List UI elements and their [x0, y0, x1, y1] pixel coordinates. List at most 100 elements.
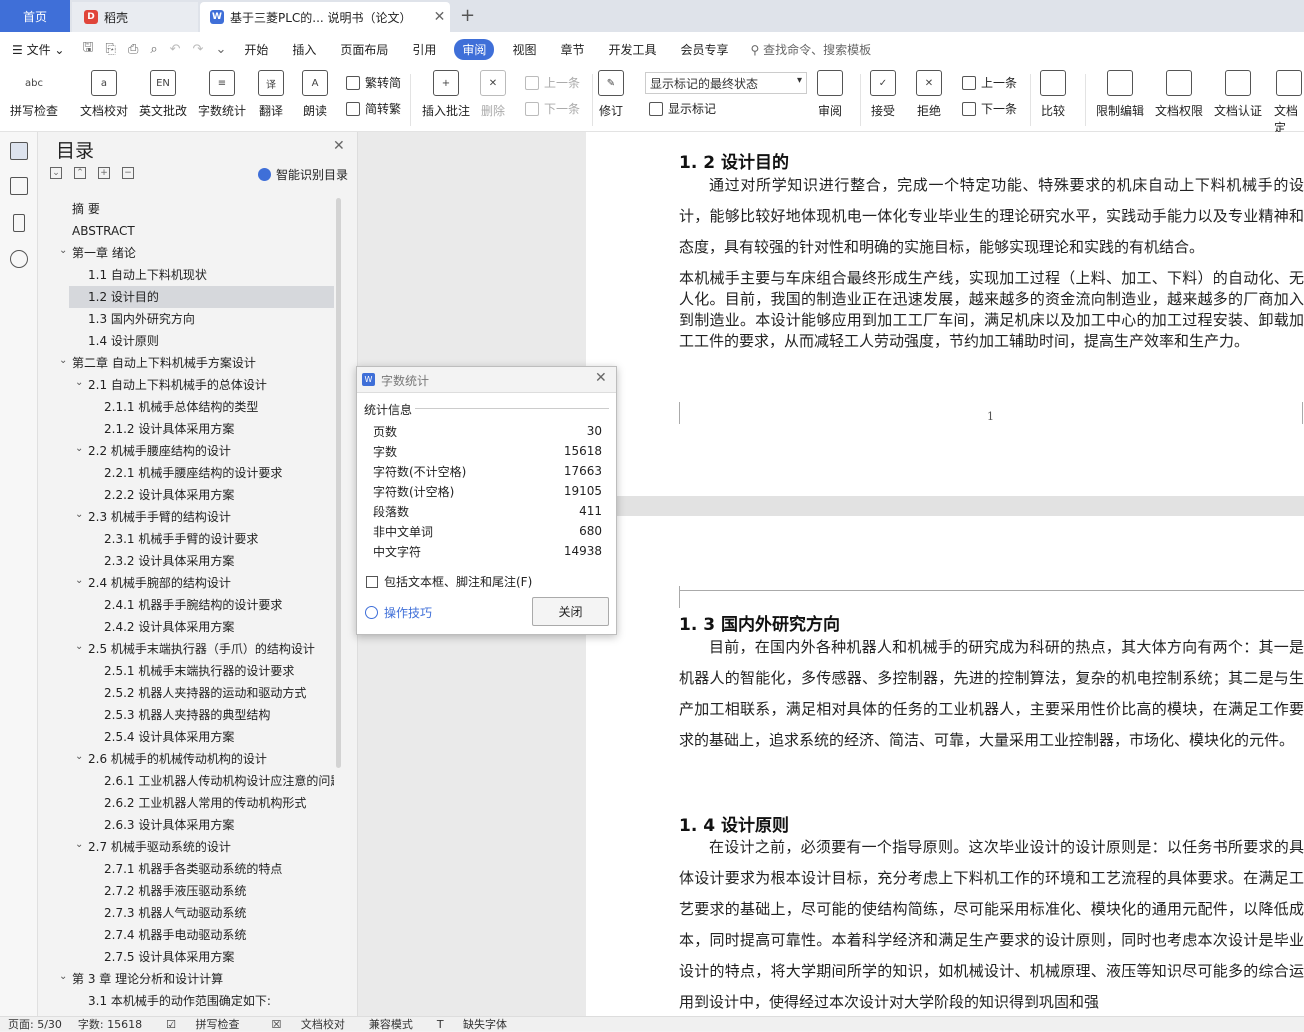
toc-item[interactable]: 2.5.2 机器人夹持器的运动和驱动方式 [38, 682, 334, 704]
review-pane-button[interactable]: 审阅 [817, 70, 843, 119]
menu-chapter[interactable]: 章节 [548, 41, 596, 58]
export-icon[interactable]: ⎘ [106, 42, 116, 57]
tab-home[interactable]: 首页 [0, 0, 70, 32]
menu-layout[interactable]: 页面布局 [328, 41, 400, 58]
save-icon[interactable]: 🖫 [82, 38, 93, 60]
bookmark-icon[interactable] [13, 214, 25, 232]
undo-icon[interactable]: ↶ [170, 42, 181, 57]
toc-item[interactable]: ⌄ 第 3 章 理论分析和设计计算 [38, 968, 334, 990]
search-icon[interactable] [10, 250, 28, 268]
toc-item[interactable]: ⌄ 第二章 自动上下料机械手方案设计 [38, 352, 334, 374]
toc-item[interactable]: 1.4 设计原则 [38, 330, 334, 352]
toc-item[interactable]: 3.1 本机械手的动作范围确定如下: [38, 990, 334, 1012]
minus-icon[interactable]: − [122, 167, 134, 179]
close-icon[interactable]: ✕ [333, 138, 345, 154]
read-aloud-button[interactable]: A 朗读 [302, 70, 328, 119]
toc-item[interactable]: 2.3.2 设计具体采用方案 [38, 550, 334, 572]
next-change-button[interactable]: 下一条 [962, 100, 1017, 117]
toc-item[interactable]: 2.2.1 机械手腰座结构的设计要求 [38, 462, 334, 484]
toc-item[interactable]: 2.7.4 机器手电动驱动系统 [38, 924, 334, 946]
toc-item[interactable]: 2.7.2 机器手液压驱动系统 [38, 880, 334, 902]
prev-comment-button[interactable]: 上一条 [525, 74, 580, 91]
menu-reference[interactable]: 引用 [400, 41, 448, 58]
toc-item[interactable]: ⌄ 2.7 机械手驱动系统的设计 [38, 836, 334, 858]
toc-item[interactable]: 摘 要 [38, 198, 334, 220]
toc-item[interactable]: 2.5.4 设计具体采用方案 [38, 726, 334, 748]
markup-mode-select[interactable]: 显示标记的最终状态 ▾ [645, 72, 807, 94]
redo-icon[interactable]: ↷ [193, 42, 204, 57]
translate-button[interactable]: 译翻译 [258, 70, 284, 119]
toc-item[interactable]: 2.2.2 设计具体采用方案 [38, 484, 334, 506]
menu-view[interactable]: 视图 [500, 41, 548, 58]
new-tab-icon[interactable]: + [460, 5, 475, 26]
chevron-down-icon[interactable]: ⌄ [75, 506, 83, 526]
toc-item[interactable]: 1.1 自动上下料机现状 [38, 264, 334, 286]
prev-change-button[interactable]: 上一条 [962, 74, 1017, 91]
file-menu[interactable]: ☰ 文件 ⌄ [0, 41, 76, 58]
toc-item[interactable]: ⌄ 第一章 绪论 [38, 242, 334, 264]
dialog-titlebar[interactable]: W 字数统计 ✕ [357, 367, 616, 393]
doc-more-button[interactable]: 文档定 [1274, 70, 1304, 136]
toc-item[interactable]: ABSTRACT [38, 220, 334, 242]
toc-item[interactable]: ⌄ 2.1 自动上下料机械手的总体设计 [38, 374, 334, 396]
command-search[interactable]: ⚲ 查找命令、搜索模板 [751, 41, 872, 58]
print-icon[interactable]: ⎙ [128, 42, 138, 57]
track-changes-button[interactable]: ✎ 修订 [598, 70, 624, 119]
close-button[interactable]: 关闭 [532, 597, 609, 626]
toc-item[interactable]: 2.5.3 机器人夹持器的典型结构 [38, 704, 334, 726]
quick-access-chevron-icon[interactable]: ⌄ [215, 42, 226, 57]
chapter-nav-icon[interactable] [10, 177, 28, 195]
word-count-button[interactable]: ≡ 字数统计 [198, 70, 246, 119]
toc-item[interactable]: 1.3 国内外研究方向 [38, 308, 334, 330]
status-page[interactable]: 页面: 5/30 [8, 1016, 62, 1032]
chevron-down-icon[interactable]: ⌄ [59, 352, 67, 372]
toc-nav-icon[interactable] [10, 142, 28, 160]
delete-comment-button[interactable]: ✕ 删除 [480, 70, 506, 119]
toc-item[interactable]: 2.7.5 设计具体采用方案 [38, 946, 334, 968]
chevron-down-icon[interactable]: ⌄ [75, 572, 83, 592]
toc-item[interactable]: 2.1.1 机械手总体结构的类型 [38, 396, 334, 418]
chevron-down-icon[interactable]: ⌄ [59, 968, 67, 988]
toc-item[interactable]: 1.2 设计目的 [69, 286, 334, 308]
next-comment-button[interactable]: 下一条 [525, 100, 580, 117]
toc-item[interactable]: 2.6.3 设计具体采用方案 [38, 814, 334, 836]
smart-toc-button[interactable]: 智能识别目录 [258, 166, 348, 183]
chevron-down-icon[interactable]: ⌄ [75, 836, 83, 856]
close-icon[interactable]: ✕ [595, 370, 607, 386]
chevron-down-icon[interactable]: ⌄ [75, 638, 83, 658]
status-missing-font[interactable]: T 缺失字体 [429, 1016, 515, 1032]
toc-item[interactable]: 2.7.1 机器手各类驱动系统的特点 [38, 858, 334, 880]
tab-daoke[interactable]: D 稻壳 [72, 2, 198, 32]
toc-item[interactable]: 2.6.2 工业机器人常用的传动机构形式 [38, 792, 334, 814]
english-review-button[interactable]: EN 英文批改 [139, 70, 187, 119]
print-preview-icon[interactable]: ⌕ [150, 42, 157, 57]
chevron-down-icon[interactable]: ⌄ [75, 440, 83, 460]
insert-comment-button[interactable]: + 插入批注 [422, 70, 470, 119]
tab-document[interactable]: W 基于三菱PLC的... 说明书（论文） ✕ [200, 2, 450, 32]
show-markup-button[interactable]: 显示标记 [649, 100, 716, 117]
chevron-down-icon[interactable]: ⌄ [75, 748, 83, 768]
menu-member[interactable]: 会员专享 [668, 41, 740, 58]
toc-item[interactable]: 2.7.3 机器人气动驱动系统 [38, 902, 334, 924]
toc-item[interactable]: ⌄ 2.6 机械手的机械传动机构的设计 [38, 748, 334, 770]
tab-close-icon[interactable]: ✕ [434, 9, 446, 25]
toc-item[interactable]: 2.4.2 设计具体采用方案 [38, 616, 334, 638]
plus-icon[interactable]: + [98, 167, 110, 179]
compare-button[interactable]: 比较 [1040, 70, 1066, 119]
checkbox-box[interactable] [366, 575, 378, 588]
doc-permission-button[interactable]: 文档权限 [1155, 70, 1203, 119]
toc-item[interactable]: 2.4.1 机器手手腕结构的设计要求 [38, 594, 334, 616]
toc-item[interactable]: 2.3.1 机械手手臂的设计要求 [38, 528, 334, 550]
tips-link[interactable]: 操作技巧 [365, 604, 432, 621]
status-words[interactable]: 字数: 15618 [78, 1016, 142, 1032]
menu-start[interactable]: 开始 [232, 41, 280, 58]
menu-review[interactable]: 审阅 [454, 38, 495, 60]
collapse-icon[interactable]: ⌃ [74, 167, 86, 179]
spellcheck-button[interactable]: abc 拼写检查 [10, 70, 58, 119]
toc-item[interactable]: ⌄ 2.3 机械手手臂的结构设计 [38, 506, 334, 528]
toc-item[interactable]: ⌄ 2.2 机械手腰座结构的设计 [38, 440, 334, 462]
toc-item[interactable]: 2.6.1 工业机器人传动机构设计应注意的问题 [38, 770, 334, 792]
status-proof[interactable]: ☒ 文档校对 [263, 1016, 352, 1032]
toc-item[interactable]: 2.5.1 机械手末端执行器的设计要求 [38, 660, 334, 682]
chevron-down-icon[interactable]: ⌄ [59, 242, 67, 262]
